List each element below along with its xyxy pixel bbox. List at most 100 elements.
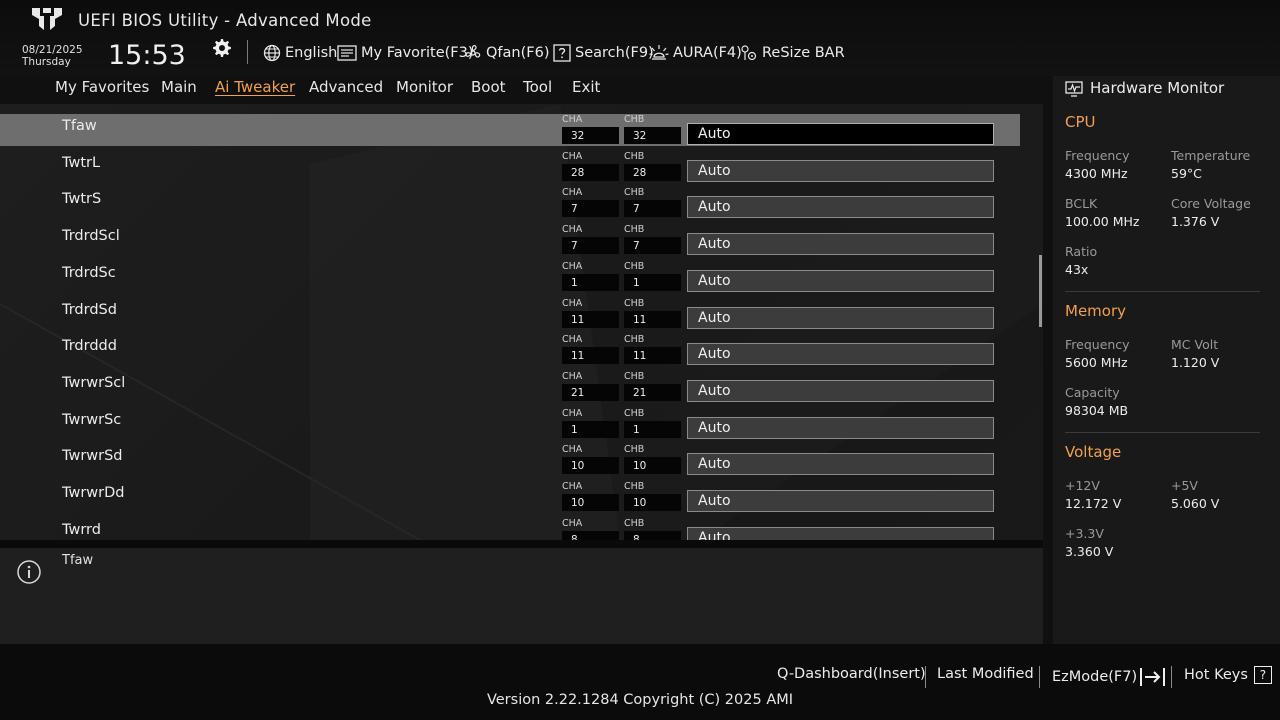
search-button[interactable]: Search(F9) — [553, 42, 654, 64]
cha-readout: CHA 7 — [562, 224, 619, 255]
cpu-divider — [1065, 291, 1260, 292]
setting-value-field[interactable]: Auto — [687, 416, 994, 439]
cha-value: 7 — [571, 240, 578, 253]
tab-advanced[interactable]: Advanced — [309, 78, 383, 96]
setting-value-field[interactable]: Auto — [687, 196, 994, 219]
setting-label: TrdrdSd — [62, 301, 117, 318]
cha-value-box: 21 — [562, 383, 619, 401]
date-display: 08/21/2025 Thursday — [22, 44, 83, 68]
cha-readout: CHA 21 — [562, 371, 619, 401]
setting-value-field[interactable]: Auto — [687, 343, 994, 366]
memory-frequency-value: 5600 MHz — [1065, 355, 1128, 370]
tab-ai-tweaker[interactable]: Ai Tweaker — [215, 78, 295, 96]
setting-row[interactable]: TwrwrSd CHA 10 CHB 10 Auto — [0, 444, 1020, 476]
aura-button[interactable]: AURA(F4) — [649, 42, 742, 64]
resize-bar-button[interactable]: ReSize BAR — [740, 42, 845, 64]
chb-value-box: 10 — [624, 457, 681, 475]
tab-monitor[interactable]: Monitor — [396, 78, 453, 96]
ezmode-button[interactable]: EzMode(F7) — [1052, 666, 1167, 688]
cha-value-box: 11 — [562, 310, 619, 328]
qfan-label: Qfan(F6) — [486, 45, 550, 61]
last-modified-button[interactable]: Last Modified — [937, 666, 1034, 682]
setting-value-field[interactable]: Auto — [687, 453, 994, 476]
setting-value-field[interactable]: Auto — [687, 159, 994, 182]
setting-value-field[interactable]: Auto — [687, 379, 994, 402]
cha-value-box: 11 — [562, 347, 619, 365]
setting-label: TwtrS — [62, 191, 102, 208]
setting-row[interactable]: TwrwrScl CHA 21 CHB 21 Auto — [0, 371, 1020, 403]
cha-value: 11 — [571, 350, 585, 363]
setting-row[interactable]: Tfaw CHA 32 CHB 32 Auto — [0, 114, 1020, 146]
hot-keys-button[interactable]: Hot Keys ? — [1184, 666, 1272, 684]
tab-exit[interactable]: Exit — [572, 78, 600, 96]
favorite-list-icon — [337, 45, 357, 61]
bclk-value: 100.00 MHz — [1065, 214, 1140, 229]
core-voltage-label: Core Voltage — [1171, 196, 1251, 211]
cha-label: CHA — [562, 334, 583, 346]
cha-value: 10 — [571, 497, 585, 509]
chb-value-box: 21 — [624, 383, 681, 401]
tab-boot[interactable]: Boot — [471, 78, 506, 96]
ratio-label: Ratio — [1065, 244, 1098, 259]
app-title: UEFI BIOS Utility - Advanced Mode — [78, 11, 372, 30]
hardware-monitor-panel: Hardware Monitor CPU Frequency 4300 MHz … — [1053, 76, 1280, 644]
chb-value: 1 — [633, 276, 640, 289]
chb-value-box: 10 — [624, 494, 681, 511]
cha-label: CHA — [562, 481, 583, 492]
voltage-section-title: Voltage — [1065, 443, 1122, 461]
my-favorite-label: My Favorite(F3) — [361, 45, 474, 61]
chb-value: 11 — [633, 313, 647, 326]
cha-readout: CHA 11 — [562, 334, 619, 365]
aura-light-icon — [649, 45, 669, 60]
setting-value-field[interactable]: Auto — [687, 490, 994, 512]
resize-bar-icon — [741, 45, 757, 61]
chb-label: CHB — [624, 370, 645, 382]
setting-row[interactable]: Twrrd CHA 8 CHB 8 Auto — [0, 518, 1020, 540]
tuf-logo-icon — [32, 8, 62, 30]
gear-icon[interactable] — [212, 38, 232, 58]
setting-row[interactable]: TrdrdScl CHA 7 CHB 7 Auto — [0, 224, 1020, 256]
setting-value-field[interactable]: Auto — [687, 306, 994, 329]
setting-value-field[interactable]: Auto — [687, 123, 994, 145]
setting-row[interactable]: TwrwrSc CHA 1 CHB 1 Auto — [0, 408, 1020, 440]
v12-value: 12.172 V — [1065, 496, 1122, 511]
setting-value-field[interactable]: Auto — [687, 526, 994, 540]
setting-row[interactable]: TrdrdSc CHA 1 CHB 1 Auto — [0, 261, 1020, 293]
chb-value: 32 — [633, 130, 647, 142]
chb-value-box: 11 — [624, 310, 681, 328]
setting-value: Auto — [698, 272, 731, 289]
cha-value-box: 8 — [562, 530, 619, 540]
tab-tool[interactable]: Tool — [523, 78, 552, 96]
cpu-frequency-label: Frequency — [1065, 148, 1130, 163]
cha-value-box: 1 — [562, 273, 619, 291]
cha-readout: CHA 28 — [562, 151, 619, 181]
chb-value-box: 7 — [624, 200, 681, 218]
chb-readout: CHB 1 — [624, 408, 681, 438]
my-favorite-button[interactable]: My Favorite(F3) — [337, 42, 474, 64]
setting-value-field[interactable]: Auto — [687, 233, 994, 256]
setting-row[interactable]: Trdrddd CHA 11 CHB 11 Auto — [0, 334, 1020, 366]
q-dashboard-button[interactable]: Q-Dashboard(Insert) — [777, 666, 926, 682]
setting-label: TwrwrSd — [62, 448, 123, 465]
settings-scrollbar[interactable] — [1039, 255, 1042, 327]
setting-value: Auto — [698, 236, 731, 253]
setting-row[interactable]: TrdrdSd CHA 11 CHB 11 Auto — [0, 298, 1020, 330]
language-button[interactable]: English — [263, 42, 337, 64]
qfan-button[interactable]: Qfan(F6) — [464, 42, 549, 64]
cha-value: 21 — [571, 386, 585, 399]
cha-value-box: 1 — [562, 420, 619, 438]
setting-row[interactable]: TwtrS CHA 7 CHB 7 Auto — [0, 187, 1020, 219]
chb-readout: CHB 10 — [624, 481, 681, 511]
setting-row[interactable]: TwrwrDd CHA 10 CHB 10 Auto — [0, 481, 1020, 513]
setting-value: Auto — [698, 126, 731, 142]
tab-my-favorites[interactable]: My Favorites — [55, 78, 149, 96]
help-text: Tfaw — [62, 553, 94, 568]
v5-value: 5.060 V — [1171, 496, 1220, 511]
setting-value-field[interactable]: Auto — [687, 269, 994, 292]
setting-value: Auto — [698, 162, 731, 179]
v12-label: +12V — [1065, 478, 1100, 493]
chb-value: 10 — [633, 497, 647, 509]
setting-row[interactable]: TwtrL CHA 28 CHB 28 Auto — [0, 151, 1020, 183]
v33-label: +3.3V — [1065, 526, 1104, 541]
tab-main[interactable]: Main — [161, 78, 197, 96]
